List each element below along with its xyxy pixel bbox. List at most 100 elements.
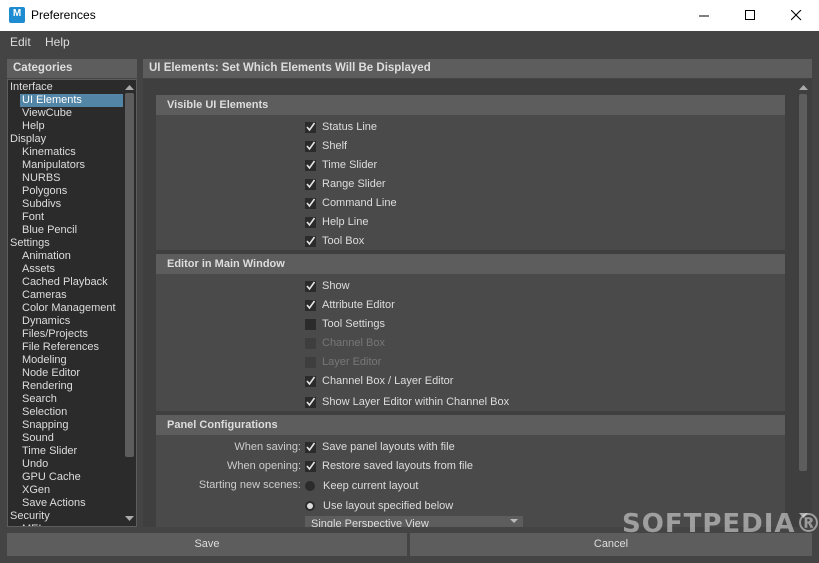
settings-scroll-thumb[interactable] <box>799 94 807 471</box>
window-title: Preferences <box>31 8 96 22</box>
layout-select-arrow[interactable] <box>505 516 523 527</box>
checkbox-row[interactable]: Show <box>305 278 350 294</box>
category-item[interactable]: ViewCube <box>8 107 135 120</box>
checkbox[interactable] <box>305 235 316 247</box>
check-icon <box>306 160 316 169</box>
check-icon <box>306 179 316 188</box>
minimize-button[interactable] <box>681 0 727 31</box>
checkbox <box>305 356 316 368</box>
category-item[interactable]: Subdivs <box>8 198 135 211</box>
category-item[interactable]: Display <box>8 133 123 146</box>
check-icon <box>306 397 316 406</box>
checkbox-row[interactable]: Range Slider <box>305 176 386 192</box>
menu-edit[interactable]: Edit <box>10 35 31 49</box>
section-editor-main-header[interactable]: Editor in Main Window <box>156 254 785 274</box>
checkbox[interactable] <box>305 159 316 171</box>
category-item[interactable]: MEL <box>8 523 135 526</box>
checkbox-row[interactable]: Channel Box / Layer Editor <box>305 373 453 389</box>
check-icon <box>306 198 316 207</box>
category-item[interactable]: Selection <box>8 406 135 419</box>
maximize-icon <box>744 10 755 20</box>
category-item[interactable]: Cameras <box>8 289 135 302</box>
category-item[interactable]: Color Management <box>8 302 135 315</box>
checkbox[interactable] <box>305 216 316 228</box>
category-item[interactable]: Settings <box>8 237 123 250</box>
checkbox-row-restore-layouts[interactable]: Restore saved layouts from file <box>305 458 473 474</box>
checkbox[interactable] <box>305 178 316 190</box>
checkbox-label: Show Layer Editor within Channel Box <box>322 396 510 408</box>
check-icon <box>306 442 316 451</box>
checkbox-row[interactable]: Tool Box <box>305 233 364 249</box>
category-item[interactable]: GPU Cache <box>8 471 135 484</box>
settings-scrollbar[interactable] <box>797 81 810 525</box>
categories-scroll-thumb[interactable] <box>125 93 134 457</box>
category-item[interactable]: Help <box>8 120 135 133</box>
category-item[interactable]: Interface <box>8 81 123 94</box>
category-item[interactable]: Snapping <box>8 419 135 432</box>
checkbox[interactable] <box>305 280 316 292</box>
category-item[interactable]: Sound <box>8 432 135 445</box>
checkbox-row[interactable]: Help Line <box>305 214 368 230</box>
category-item[interactable]: Files/Projects <box>8 328 135 341</box>
category-item[interactable]: Node Editor <box>8 367 135 380</box>
category-item[interactable]: XGen <box>8 484 135 497</box>
save-button[interactable]: Save <box>7 533 407 556</box>
maximize-button[interactable] <box>727 0 773 31</box>
category-item[interactable]: Animation <box>8 250 135 263</box>
category-item[interactable]: Security <box>8 510 123 523</box>
category-item[interactable]: NURBS <box>8 172 135 185</box>
category-item[interactable]: Save Actions <box>8 497 135 510</box>
radio-button[interactable] <box>305 481 315 491</box>
cancel-button[interactable]: Cancel <box>410 533 812 556</box>
checkbox-row[interactable]: Command Line <box>305 195 397 211</box>
category-item[interactable]: Rendering <box>8 380 135 393</box>
category-item[interactable]: Time Slider <box>8 445 135 458</box>
category-item[interactable]: Blue Pencil <box>8 224 135 237</box>
checkbox[interactable] <box>305 396 316 408</box>
category-item[interactable]: UI Elements <box>20 94 123 107</box>
app-icon: M <box>9 7 25 23</box>
checkbox-label: Layer Editor <box>322 356 382 368</box>
checkbox[interactable] <box>305 318 316 330</box>
radio-row-use-layout[interactable]: Use layout specified below <box>305 498 453 514</box>
menu-help[interactable]: Help <box>45 35 70 49</box>
scroll-up-icon[interactable] <box>797 82 810 92</box>
checkbox-row[interactable]: Time Slider <box>305 157 377 173</box>
checkbox[interactable] <box>305 375 316 387</box>
scroll-up-icon[interactable] <box>123 82 136 92</box>
category-item[interactable]: Dynamics <box>8 315 135 328</box>
page-title: UI Elements: Set Which Elements Will Be … <box>143 59 812 78</box>
checkbox[interactable] <box>305 299 316 311</box>
checkbox-row-save-panels[interactable]: Save panel layouts with file <box>305 439 455 455</box>
category-item[interactable]: Font <box>8 211 135 224</box>
checkbox-row[interactable]: Attribute Editor <box>305 297 395 313</box>
checkbox[interactable] <box>305 441 316 453</box>
checkbox[interactable] <box>305 140 316 152</box>
category-item[interactable]: File References <box>8 341 135 354</box>
section-panel-config-header[interactable]: Panel Configurations <box>156 415 785 435</box>
radio-row-keep-layout[interactable]: Keep current layout <box>305 478 418 494</box>
category-item[interactable]: Manipulators <box>8 159 135 172</box>
radio-button-selected[interactable] <box>305 501 315 511</box>
category-item[interactable]: Assets <box>8 263 135 276</box>
checkbox[interactable] <box>305 460 316 472</box>
categories-scrollbar[interactable] <box>123 80 136 526</box>
checkbox-row[interactable]: Status Line <box>305 119 377 135</box>
category-item[interactable]: Polygons <box>8 185 135 198</box>
category-item[interactable]: Modeling <box>8 354 135 367</box>
category-item[interactable]: Kinematics <box>8 146 135 159</box>
section-visible-ui-header[interactable]: Visible UI Elements <box>156 95 785 115</box>
checkbox-row-layer-in-channel[interactable]: Show Layer Editor within Channel Box <box>305 394 509 410</box>
checkbox-label: Restore saved layouts from file <box>322 460 474 472</box>
checkbox-row[interactable]: Tool Settings <box>305 316 385 332</box>
category-item[interactable]: Undo <box>8 458 135 471</box>
category-item[interactable]: Cached Playback <box>8 276 135 289</box>
close-button[interactable] <box>773 0 819 31</box>
checkbox-row[interactable]: Shelf <box>305 138 347 154</box>
checkbox[interactable] <box>305 121 316 133</box>
layout-select[interactable]: Single Perspective View <box>305 516 523 527</box>
check-icon <box>306 217 316 226</box>
category-item[interactable]: Search <box>8 393 135 406</box>
scroll-down-icon[interactable] <box>123 514 136 524</box>
checkbox[interactable] <box>305 197 316 209</box>
